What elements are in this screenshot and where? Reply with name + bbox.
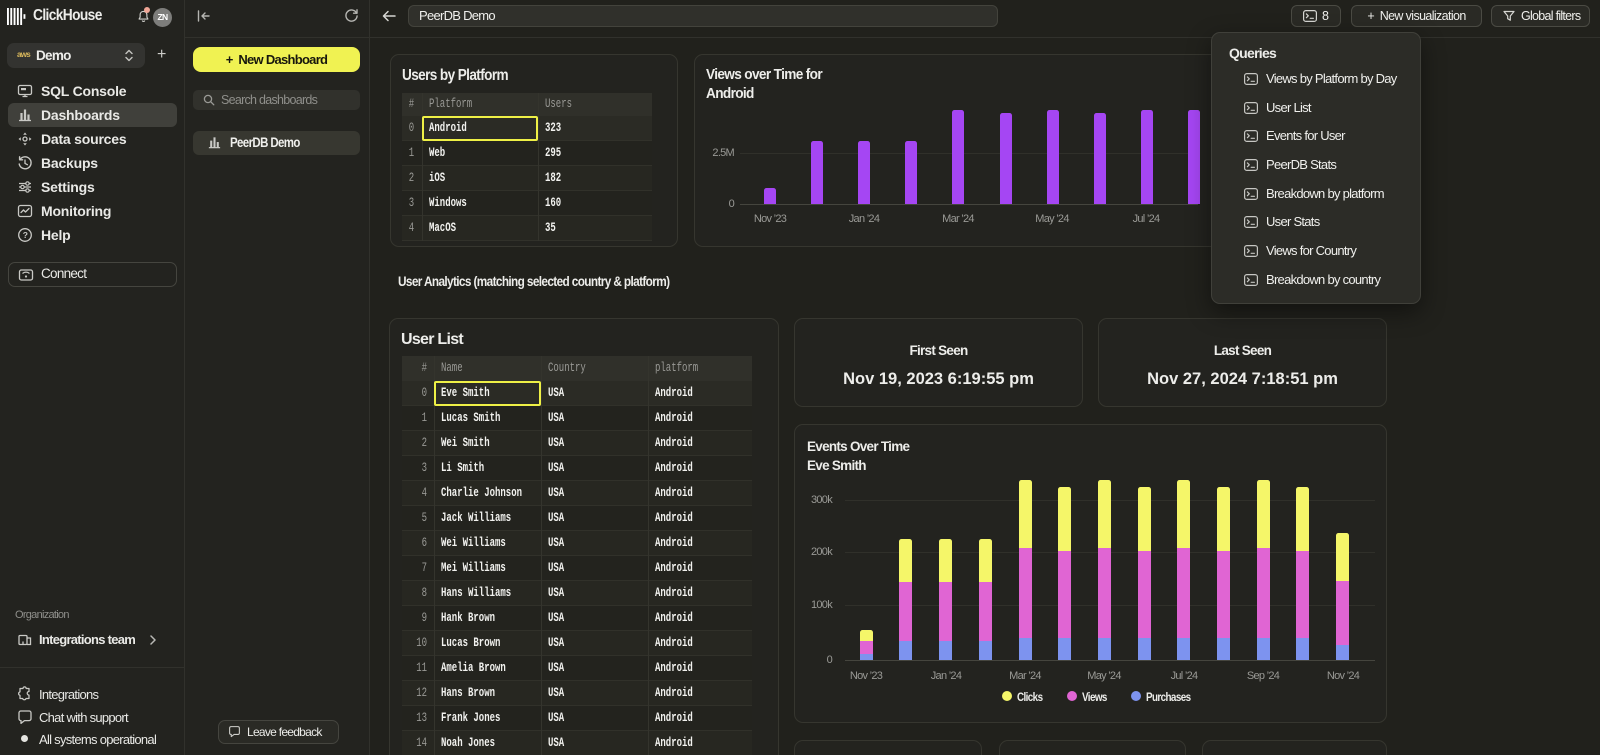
svg-text:?: ? (23, 230, 28, 240)
